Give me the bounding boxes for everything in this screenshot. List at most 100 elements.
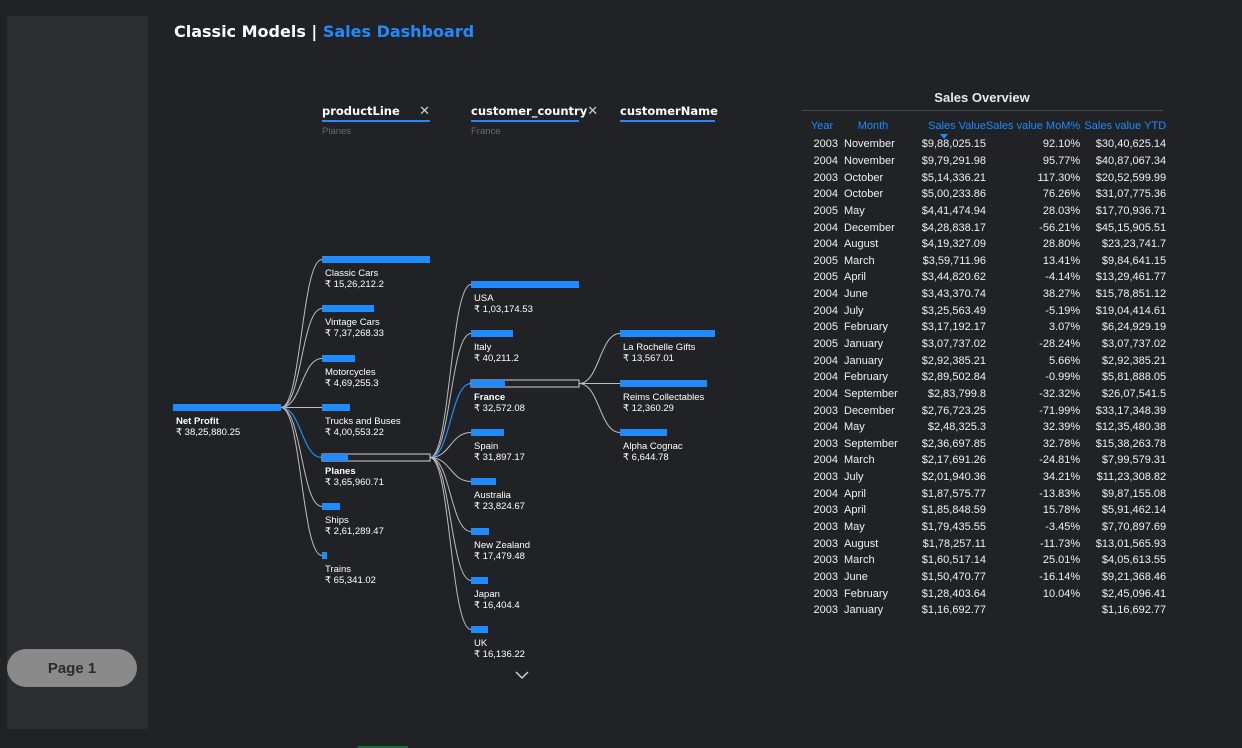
table-row[interactable]: 2004 January $2,92,385.21 5.66% $2,92,385.21 [806, 352, 1167, 369]
tree-node-motorcycles[interactable]: Motorcycles₹ 4,69,255.3 [322, 355, 379, 389]
tree-node-classic-cars[interactable]: Classic Cars₹ 15,26,212.2 [322, 256, 430, 290]
decomposition-tree[interactable]: Net Profit₹ 38,25,880.25 Classic Cars₹ 15… [0, 0, 800, 748]
cell-year: 2005 [813, 254, 838, 267]
cell-year: 2003 [813, 521, 838, 534]
tree-node-italy[interactable]: Italy₹ 40,211.2 [471, 330, 519, 364]
table-row[interactable]: 2004 March $2,17,691.26 -24.81% $7,99,579.31 [806, 452, 1167, 469]
tree-node-net-profit[interactable]: Net Profit₹ 38,25,880.25 [173, 404, 281, 438]
cell-month: July [844, 304, 864, 317]
table-row[interactable]: 2005 January $3,07,737.02 -28.24% $3,07,737.… [806, 336, 1167, 353]
cell-year: 2003 [813, 171, 838, 184]
chevron-down-icon[interactable] [515, 671, 529, 680]
table-row[interactable]: 2005 May $4,41,474.94 28.03% $17,70,936.71 [806, 203, 1167, 220]
table-row[interactable]: 2004 September $2,83,799.8 -32.32% $26,07,54… [806, 386, 1167, 403]
tree-link [578, 333, 621, 384]
tree-node-value: ₹ 4,00,553.22 [325, 427, 384, 438]
table-row[interactable]: 2003 October $5,14,336.21 117.30% $20,52,599… [806, 169, 1167, 186]
tree-node-vintage-cars[interactable]: Vintage Cars₹ 7,37,268.33 [322, 305, 384, 339]
cell-month: April [844, 487, 867, 500]
tree-node-value: ₹ 65,341.02 [325, 575, 376, 586]
cell-year: 2003 [813, 570, 838, 583]
column-header-sales-value[interactable]: Sales Value [908, 116, 986, 139]
table-row[interactable]: 2004 June $3,43,370.74 38.27% $15,78,851.12 [806, 286, 1167, 303]
table-row[interactable]: 2003 November $9,88,025.15 92.10% $30,40,625… [806, 136, 1167, 153]
table-row[interactable]: 2004 April $1,87,575.77 -13.83% $9,87,155.08 [806, 485, 1167, 502]
tree-node-usa[interactable]: USA₹ 1,03,174.53 [471, 281, 579, 315]
table-row[interactable]: 2004 December $4,28,838.17 -56.21% $45,15,90… [806, 219, 1167, 236]
cell-mom: -13.83% [1039, 487, 1081, 500]
cell-ytd: $11,23,308.82 [1096, 471, 1167, 484]
table-row[interactable]: 2003 December $2,76,723.25 -71.99% $33,17,34… [806, 402, 1167, 419]
column-header-month[interactable]: Month [838, 116, 908, 136]
table-row[interactable]: 2003 June $1,50,470.77 -16.14% $9,21,368.46 [806, 569, 1167, 586]
tree-node-spain[interactable]: Spain₹ 31,897.17 [471, 429, 525, 463]
tree-node-label: Reims Collectables [623, 392, 705, 403]
table-row[interactable]: 2003 April $1,85,848.59 15.78% $5,91,462.14 [806, 502, 1167, 519]
cell-month: June [844, 570, 868, 583]
cell-year: 2004 [813, 288, 838, 301]
table-row[interactable]: 2003 May $1,79,435.55 -3.45% $7,70,897.69 [806, 519, 1167, 536]
tree-node-label: Ships [325, 515, 349, 526]
tree-node-label: Net Profit [176, 416, 220, 427]
cell-mom: 25.01% [1042, 554, 1081, 567]
sales-overview-table[interactable]: Year Month Sales Value Sales value MoM% … [806, 116, 1166, 619]
cell-month: March [844, 254, 875, 267]
column-header-mom[interactable]: Sales value MoM% [986, 116, 1080, 136]
table-row[interactable]: 2003 January $1,16,692.77 $1,16,692.77 [806, 602, 1167, 619]
tree-bar [322, 503, 340, 510]
tree-node-japan[interactable]: Japan₹ 16,404.4 [471, 577, 520, 611]
table-row[interactable]: 2003 July $2,01,940.36 34.21% $11,23,308.82 [806, 469, 1167, 486]
tree-node-australia[interactable]: Australia₹ 23,824.67 [471, 478, 525, 512]
table-row[interactable]: 2003 February $1,28,403.64 10.04% $2,45,096.… [806, 585, 1167, 602]
cell-year: 2005 [813, 204, 838, 217]
tree-node-ships[interactable]: Ships₹ 2,61,289.47 [322, 503, 384, 537]
table-row[interactable]: 2003 August $1,78,257.11 -11.73% $13,01,565.… [806, 535, 1167, 552]
tree-node-value: ₹ 2,61,289.47 [325, 526, 384, 537]
tree-node-value: ₹ 32,572.08 [474, 403, 525, 414]
cell-month: December [844, 221, 895, 234]
tree-node-new-zealand[interactable]: New Zealand₹ 17,479.48 [471, 528, 530, 562]
column-header-year[interactable]: Year [806, 116, 838, 136]
cell-month: June [844, 288, 868, 301]
tree-node-label: Italy [474, 342, 492, 353]
tree-node-uk[interactable]: UK₹ 16,136.22 [471, 626, 525, 660]
tree-node-trains[interactable]: Trains₹ 65,341.02 [322, 552, 376, 586]
tree-node-value: ₹ 15,26,212.2 [325, 279, 384, 290]
table-row[interactable]: 2003 September $2,36,697.85 32.78% $15,38,26… [806, 436, 1167, 453]
cell-year: 2005 [813, 271, 838, 284]
cell-sales-value: $3,25,563.49 [921, 304, 986, 317]
tree-bar [471, 330, 513, 337]
tree-node-planes[interactable]: Planes₹ 3,65,960.71 [321, 453, 431, 488]
cell-sales-value: $3,44,820.62 [921, 271, 986, 284]
table-row[interactable]: 2004 February $2,89,502.84 -0.99% $5,81,888.… [806, 369, 1167, 386]
column-header-ytd[interactable]: Sales value YTD [1080, 116, 1166, 136]
table-row[interactable]: 2004 November $9,79,291.98 95.77% $40,87,067… [806, 153, 1167, 170]
table-row[interactable]: 2004 July $3,25,563.49 -5.19% $19,04,414.61 [806, 302, 1167, 319]
tree-bar [173, 404, 281, 411]
tree-node-label: Trucks and Buses [325, 416, 401, 427]
tree-node-trucks-and-buses[interactable]: Trucks and Buses₹ 4,00,553.22 [322, 404, 401, 438]
tree-node-label: La Rochelle Gifts [623, 342, 696, 353]
tree-node-value: ₹ 4,69,255.3 [325, 378, 379, 389]
tree-node-value: ₹ 38,25,880.25 [176, 427, 240, 438]
table-row[interactable]: 2004 August $4,19,327.09 28.80% $23,23,741.7 [806, 236, 1167, 253]
cell-year: 2005 [813, 338, 838, 350]
table-row[interactable]: 2004 October $5,00,233.86 76.26% $31,07,775.… [806, 186, 1167, 203]
table-row[interactable]: 2005 April $3,44,820.62 -4.14% $13,29,461.77 [806, 269, 1167, 286]
tree-node-la-rochelle-gifts[interactable]: La Rochelle Gifts₹ 13,567.01 [620, 330, 715, 364]
cell-sales-value: $4,28,838.17 [921, 221, 986, 234]
tree-node-reims-collectables[interactable]: Reims Collectables₹ 12,360.29 [620, 380, 707, 414]
cell-mom: 34.21% [1042, 471, 1081, 484]
table-row[interactable]: 2004 May $2,48,325.3 32.39% $12,35,480.38 [806, 419, 1167, 436]
table-row[interactable]: 2003 March $1,60,517.14 25.01% $4,05,613.55 [806, 552, 1167, 569]
tree-node-france[interactable]: France₹ 32,572.08 [470, 379, 580, 414]
cell-mom: 3.07% [1048, 321, 1081, 334]
table-row[interactable]: 2005 March $3,59,711.96 13.41% $9,84,641.15 [806, 252, 1167, 269]
cell-mom: 92.10% [1042, 138, 1081, 151]
cell-sales-value: $1,79,435.55 [921, 521, 986, 534]
table-row[interactable]: 2005 February $3,17,192.17 3.07% $6,24,929.1… [806, 319, 1167, 336]
cell-mom: 15.78% [1042, 504, 1081, 517]
tree-bar [322, 552, 327, 559]
tree-node-alpha-cognac[interactable]: Alpha Cognac₹ 6,644.78 [620, 429, 683, 463]
tree-link [280, 308, 323, 408]
